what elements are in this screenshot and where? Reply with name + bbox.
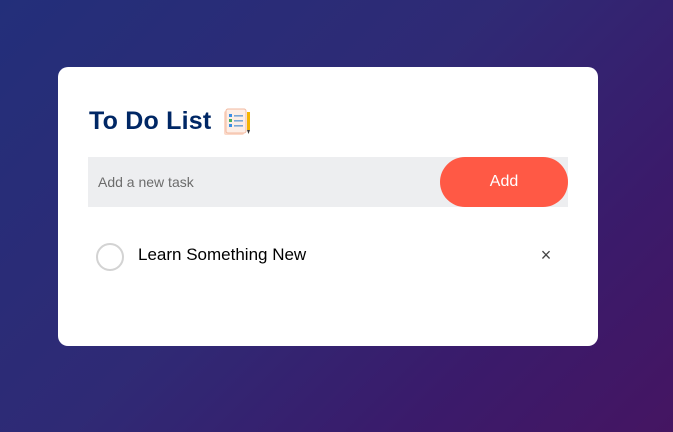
task-checkbox[interactable]	[96, 243, 124, 271]
task-input-row: Add	[88, 157, 568, 207]
task-text: Learn Something New	[138, 245, 307, 264]
list-item[interactable]: Learn Something New ×	[88, 237, 568, 277]
todo-card: To Do List Add Learn Something New ×	[58, 67, 598, 346]
title-row: To Do List	[89, 107, 251, 136]
notepad-checklist-icon	[221, 108, 251, 136]
close-icon[interactable]: ×	[536, 245, 556, 265]
add-button[interactable]: Add	[440, 157, 568, 207]
task-input[interactable]	[88, 157, 428, 207]
task-list: Learn Something New ×	[88, 237, 568, 277]
page-title: To Do List	[89, 107, 212, 135]
